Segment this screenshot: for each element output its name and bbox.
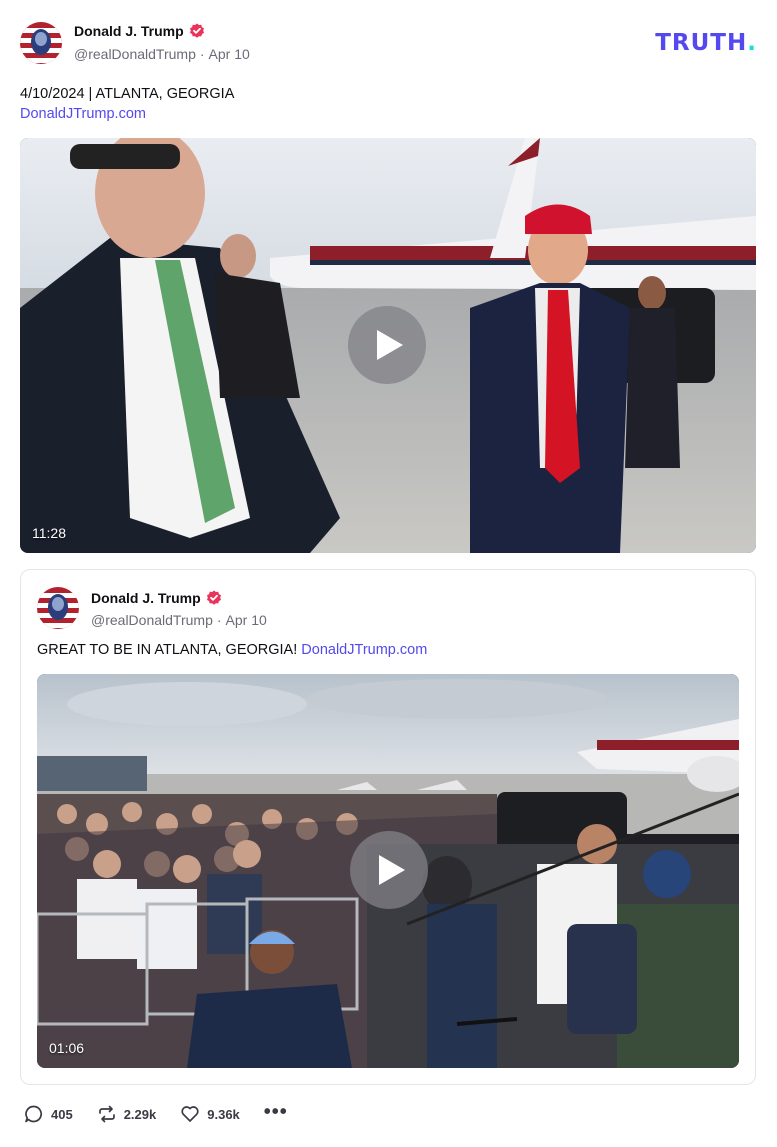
like-button[interactable]: 9.36k (180, 1104, 240, 1124)
quoted-author-avatar[interactable] (37, 587, 79, 629)
more-options-button[interactable]: ••• (264, 1102, 288, 1122)
verified-badge-icon (189, 23, 205, 39)
quoted-post[interactable]: Donald J. Trump @realDonaldTrump · Apr 1… (20, 569, 756, 1085)
play-icon (379, 855, 405, 885)
video-duration: 11:28 (32, 525, 66, 541)
author-handle[interactable]: @realDonaldTrump (74, 46, 196, 62)
play-icon (377, 330, 403, 360)
post-date[interactable]: Apr 10 (209, 46, 250, 62)
like-count: 9.36k (207, 1106, 240, 1122)
quoted-post-date[interactable]: Apr 10 (226, 612, 267, 628)
quoted-post-link[interactable]: DonaldJTrump.com (301, 642, 427, 658)
quoted-author-handle[interactable]: @realDonaldTrump (91, 612, 213, 628)
post-link[interactable]: DonaldJTrump.com (20, 104, 234, 124)
post-actions: 405 2.29k 9.36k ••• (24, 1102, 288, 1124)
retruth-count: 2.29k (123, 1106, 157, 1122)
more-dots-icon: ••• (263, 1101, 288, 1123)
play-button[interactable] (350, 831, 428, 909)
post-header: Donald J. Trump @realDonaldTrump · Apr 1… (20, 20, 757, 66)
quoted-post-video[interactable]: 01:06 (37, 674, 739, 1068)
post-video[interactable]: 11:28 (20, 138, 756, 553)
author-name[interactable]: Donald J. Trump (74, 23, 184, 39)
reply-button[interactable]: 405 (24, 1104, 73, 1124)
heart-icon (181, 1106, 199, 1122)
quoted-author-name[interactable]: Donald J. Trump (91, 590, 201, 606)
meta-separator: · (199, 46, 205, 62)
quoted-post-body: GREAT TO BE IN ATLANTA, GEORGIA! DonaldJ… (37, 640, 427, 660)
retruth-arrows-icon (98, 1105, 115, 1123)
verified-badge-icon (206, 590, 222, 606)
reply-bubble-icon (25, 1105, 43, 1123)
post-text: 4/10/2024 | ATLANTA, GEORGIA (20, 86, 235, 102)
post-body: 4/10/2024 | ATLANTA, GEORGIA DonaldJTrum… (20, 84, 234, 124)
play-button[interactable] (348, 306, 426, 384)
meta-separator: · (216, 612, 222, 628)
retruth-button[interactable]: 2.29k (97, 1104, 157, 1124)
reply-count: 405 (51, 1106, 73, 1122)
video-duration: 01:06 (49, 1040, 85, 1056)
author-avatar[interactable] (20, 22, 62, 64)
truth-social-logo[interactable]: TRUTH. (655, 30, 757, 56)
quoted-post-text: GREAT TO BE IN ATLANTA, GEORGIA! (37, 642, 298, 658)
